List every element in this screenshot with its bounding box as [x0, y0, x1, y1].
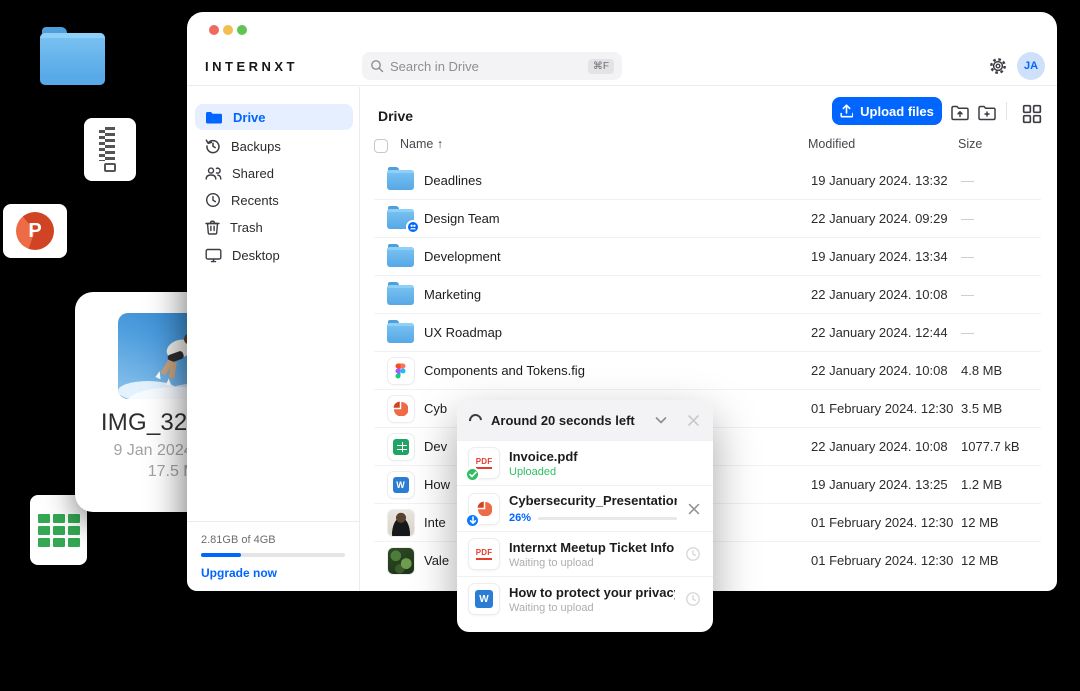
trash-icon — [205, 219, 220, 235]
table-row[interactable]: Components and Tokens.fig 22 January 202… — [374, 351, 1041, 389]
column-header-modified[interactable]: Modified — [808, 137, 855, 151]
shared-people-icon — [205, 166, 222, 181]
waiting-clock-icon — [685, 546, 701, 562]
window-header: INTERNXT ⌘F JA — [187, 12, 1057, 86]
grid-view-button[interactable] — [1022, 104, 1042, 124]
sidebar-item-backups[interactable]: Backups — [195, 133, 353, 159]
photo-thumbnail — [388, 548, 414, 574]
desktop-monitor-icon — [205, 248, 222, 263]
upload-folder-button[interactable] — [950, 103, 970, 123]
pdf-file-icon: PDF — [469, 448, 499, 478]
table-row[interactable]: UX Roadmap 22 January 2024. 12:44 — — [374, 313, 1041, 351]
upload-percent: 26% — [509, 512, 531, 524]
upload-item[interactable]: PDF Invoice.pdf Uploaded — [457, 440, 713, 485]
spinner-icon — [466, 411, 484, 429]
folder-icon — [387, 247, 414, 267]
avatar[interactable]: JA — [1017, 52, 1045, 80]
upload-files-button[interactable]: Upload files — [832, 97, 942, 125]
settings-gear-icon[interactable] — [988, 56, 1008, 76]
close-window-button[interactable] — [209, 25, 219, 35]
popup-header: Around 20 seconds left — [457, 400, 713, 440]
upload-progress-track — [538, 517, 677, 520]
storage-usage-text: 2.81GB of 4GB — [201, 534, 345, 546]
upload-status: Uploaded — [509, 466, 701, 478]
internxt-logo: INTERNXT — [205, 59, 298, 74]
search-icon — [370, 59, 384, 73]
uploaded-check-badge — [465, 467, 480, 482]
upload-item[interactable]: Cybersecurity_Presentation.ppt 26% — [457, 485, 713, 531]
storage-progress-fill — [201, 553, 241, 557]
minimize-window-button[interactable] — [223, 25, 233, 35]
zip-pull — [104, 163, 116, 172]
column-header-name[interactable]: Name ↑ — [400, 137, 443, 151]
sidebar-item-shared[interactable]: Shared — [195, 160, 353, 186]
figma-file-icon — [388, 358, 414, 384]
shared-people-badge — [406, 220, 420, 234]
chevron-down-icon[interactable] — [653, 412, 669, 428]
sidebar-label: Shared — [232, 166, 274, 181]
page-title: Drive — [378, 108, 413, 124]
maximize-window-button[interactable] — [237, 25, 247, 35]
toolbar-divider — [1006, 102, 1007, 120]
shared-folder-icon — [387, 209, 414, 229]
create-folder-button[interactable] — [977, 103, 997, 123]
powerpoint-file-icon — [388, 396, 414, 422]
sidebar-item-desktop[interactable]: Desktop — [195, 242, 353, 268]
upload-item[interactable]: W How to protect your privacy.doc Waitin… — [457, 576, 713, 621]
photo-thumbnail — [388, 510, 414, 536]
upload-status: Waiting to upload — [509, 557, 675, 569]
table-row[interactable]: Design Team 22 January 2024. 09:29 — — [374, 199, 1041, 237]
upgrade-link[interactable]: Upgrade now — [201, 566, 345, 580]
table-header: Name ↑ Modified Size — [361, 135, 1041, 161]
pdf-file-icon: PDF — [469, 539, 499, 569]
zip-teeth — [105, 127, 115, 161]
desktop-folder-icon[interactable] — [40, 33, 105, 85]
table-row[interactable]: Development 19 January 2024. 13:34 — — [374, 237, 1041, 275]
table-row[interactable]: Deadlines 19 January 2024. 13:32 — — [374, 161, 1041, 199]
zip-file-icon[interactable] — [84, 118, 136, 181]
sidebar: Drive Backups Shared — [187, 87, 360, 591]
storage-panel: 2.81GB of 4GB Upgrade now — [187, 521, 359, 591]
folder-icon — [387, 323, 414, 343]
uploading-arrow-badge — [465, 513, 480, 528]
sidebar-item-trash[interactable]: Trash — [195, 214, 353, 240]
cancel-upload-icon[interactable] — [687, 502, 701, 516]
desktop: P IMG_3245.jpg — [0, 0, 1080, 691]
sidebar-label: Recents — [231, 193, 279, 208]
sidebar-item-drive[interactable]: Drive — [195, 104, 353, 130]
excel-file-icon — [388, 434, 414, 460]
recents-clock-icon — [205, 192, 221, 208]
search-input[interactable] — [390, 59, 582, 74]
storage-progress-track — [201, 553, 345, 557]
upload-item[interactable]: PDF Internxt Meetup Ticket Info.pdf Wait… — [457, 531, 713, 576]
upload-progress-popup: Around 20 seconds left PDF Invoice.pdf U… — [457, 400, 713, 632]
folder-icon — [387, 170, 414, 190]
powerpoint-logo: P — [16, 212, 54, 250]
popup-close-icon[interactable] — [686, 413, 701, 428]
sidebar-item-recents[interactable]: Recents — [195, 187, 353, 213]
sidebar-label: Backups — [231, 139, 281, 154]
waiting-clock-icon — [685, 591, 701, 607]
sidebar-label: Desktop — [232, 248, 280, 263]
upload-files-label: Upload files — [860, 104, 934, 119]
folder-icon — [205, 110, 223, 125]
powerpoint-file-icon[interactable]: P — [3, 204, 67, 258]
sort-arrow-icon: ↑ — [437, 137, 443, 151]
sidebar-label: Trash — [230, 220, 263, 235]
table-row[interactable]: Marketing 22 January 2024. 10:08 — — [374, 275, 1041, 313]
folder-icon — [387, 285, 414, 305]
upload-icon — [840, 104, 853, 118]
sidebar-label: Drive — [233, 110, 266, 125]
word-file-icon: W — [469, 584, 499, 614]
word-file-icon: W — [388, 472, 414, 498]
upload-status: Waiting to upload — [509, 602, 675, 614]
search-shortcut-badge: ⌘F — [588, 59, 614, 74]
column-header-size[interactable]: Size — [958, 137, 982, 151]
backups-history-icon — [205, 138, 221, 154]
select-all-checkbox[interactable] — [374, 139, 388, 153]
powerpoint-file-icon — [469, 494, 499, 524]
search-bar[interactable]: ⌘F — [362, 52, 622, 80]
spreadsheet-grid — [38, 514, 80, 547]
popup-title: Around 20 seconds left — [491, 413, 644, 428]
